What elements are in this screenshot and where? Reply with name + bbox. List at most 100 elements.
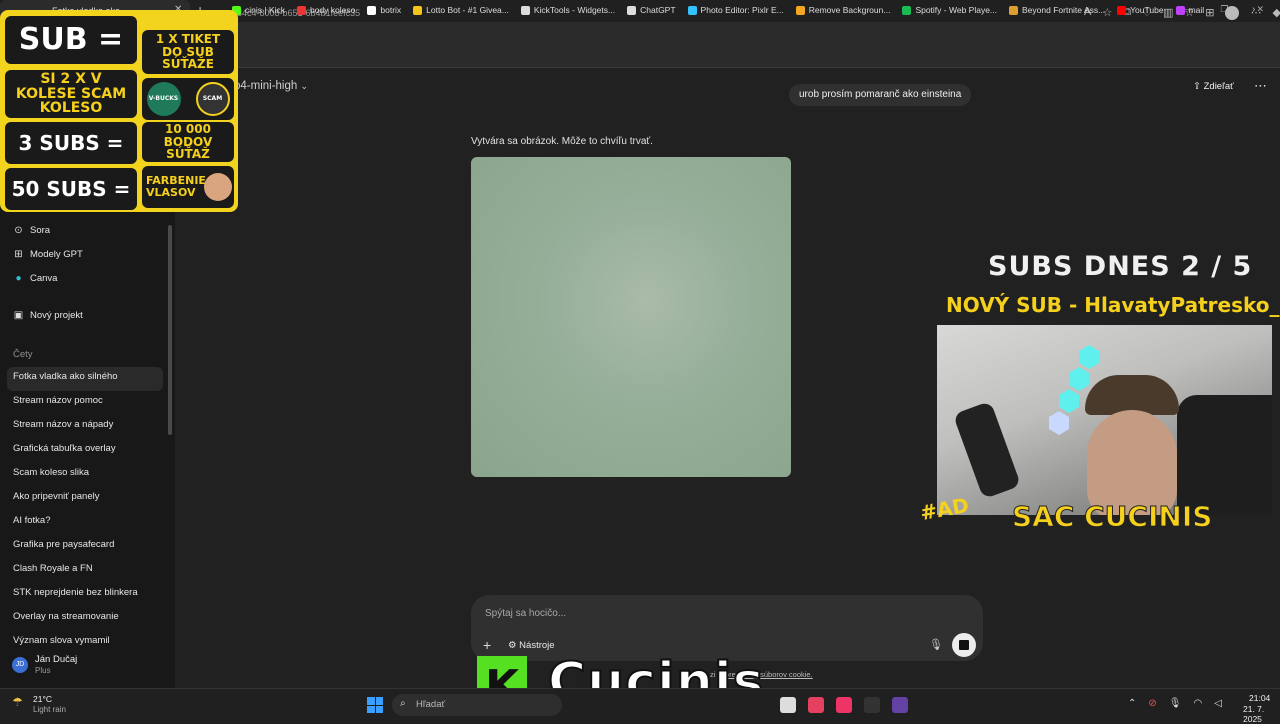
chat-item[interactable]: Scam koleso slika bbox=[13, 463, 163, 487]
bookmark-favicon-icon bbox=[413, 5, 423, 15]
model-selector[interactable]: o4-mini-high ⌄ bbox=[234, 80, 308, 92]
bookmark-item[interactable]: mail bbox=[1175, 5, 1204, 15]
wifi-icon[interactable]: ◠ bbox=[1193, 698, 1202, 709]
copilot-icon[interactable]: ◆ bbox=[1272, 6, 1280, 20]
canva-icon: ● bbox=[15, 273, 22, 284]
vbucks-wheel-icon: V-BUCKS bbox=[146, 82, 181, 116]
chat-item[interactable]: Stream názov pomoc bbox=[13, 391, 163, 415]
more-options-icon[interactable]: ⋯ bbox=[1254, 78, 1267, 94]
chevron-up-icon[interactable]: ⌃ bbox=[1128, 698, 1136, 709]
chevron-down-icon: ⌄ bbox=[300, 81, 309, 91]
weather-desc: Light rain bbox=[33, 705, 66, 714]
image-generation-status: Vytvára sa obrázok. Môže to chvíľu trvať… bbox=[471, 136, 653, 147]
bookmark-list: cinis | Kick body koleso botrix Lotto Bot -… bbox=[232, 5, 1204, 15]
bookmark-favicon-icon bbox=[1009, 5, 1019, 15]
taskbar-app-icon[interactable] bbox=[780, 697, 796, 713]
overlay-sub-label: SUB = bbox=[5, 16, 137, 64]
bookmark-item[interactable]: Spotify - Web Playe... bbox=[902, 5, 997, 15]
taskbar-app-icon[interactable] bbox=[864, 697, 880, 713]
chevron-right-icon[interactable]: › bbox=[1252, 4, 1255, 15]
overlay-50subs: 50 SUBS = bbox=[5, 168, 137, 210]
subs-today-counter: SUBS DNES 2 / 5 bbox=[988, 251, 1253, 282]
prompt-input[interactable]: Spýtaj sa hocičo... bbox=[485, 608, 566, 619]
grid-icon: ⊞ bbox=[14, 249, 23, 260]
overlay-wheel-label: SI 2 X V KOLESE SCAM KOLESO bbox=[5, 70, 137, 118]
collections-icon[interactable]: ⊞ bbox=[1205, 6, 1214, 20]
user-plan: Plus bbox=[35, 666, 51, 675]
chat-list: Fotka vladka ako silného Stream názov pom… bbox=[7, 367, 163, 655]
bookmark-favicon-icon bbox=[367, 5, 377, 15]
webcam-chair bbox=[1177, 395, 1272, 515]
weather-temp[interactable]: 21°C bbox=[33, 694, 52, 704]
clock-time[interactable]: 21:04 bbox=[1249, 693, 1270, 703]
plus-icon[interactable]: + bbox=[483, 637, 491, 653]
chat-item[interactable]: Význam slova vymamil bbox=[13, 631, 163, 655]
weather-rain-icon[interactable]: ☂ bbox=[12, 695, 23, 709]
folder-plus-icon: ▣ bbox=[13, 310, 24, 321]
taskbar-apps bbox=[780, 697, 908, 713]
new-sub-banner: NOVÝ SUB - HlavatyPatresko_Xd bbox=[946, 293, 1280, 317]
bookmark-favicon-icon bbox=[795, 5, 805, 15]
microphone-icon[interactable]: 🎙 bbox=[929, 638, 943, 651]
stop-icon bbox=[959, 640, 969, 650]
bookmark-item[interactable]: botrix bbox=[367, 5, 401, 15]
windows-start-icon[interactable] bbox=[367, 697, 383, 713]
bookmark-item[interactable]: Beyond Fortnite Ass... bbox=[1009, 5, 1105, 15]
share-icon: ⇪ bbox=[1193, 81, 1201, 92]
bookmark-favicon-icon bbox=[902, 5, 912, 15]
overlay-hair: FARBENIE VLASOV bbox=[142, 166, 234, 208]
taskbar-search[interactable]: Hľadať bbox=[392, 694, 562, 716]
bookmark-item[interactable]: ChatGPT bbox=[627, 5, 676, 15]
chat-item[interactable]: Grafická tabuľka overlay bbox=[13, 439, 163, 463]
webcam-person-hair bbox=[1085, 375, 1179, 415]
chat-item[interactable]: Ako pripevniť panely bbox=[13, 487, 163, 511]
ad-tag: #AD bbox=[918, 492, 971, 526]
system-tray: ⌃ ⊘ 🎙 ◠ ◁ bbox=[1128, 698, 1222, 709]
search-icon: ⌕ bbox=[400, 698, 406, 709]
play-circle-icon: ⊙ bbox=[14, 225, 23, 236]
bookmark-item[interactable]: body koleso bbox=[297, 5, 355, 15]
chat-item[interactable]: Overlay na streamovanie bbox=[13, 607, 163, 631]
sidebar-item-gpts[interactable]: ⊞ Modely GPT bbox=[13, 249, 83, 260]
generated-image-placeholder bbox=[471, 157, 791, 477]
sidebar-item-new-project[interactable]: ▣ Nový projekt bbox=[13, 310, 83, 321]
sliders-icon: ⚙ bbox=[508, 640, 517, 651]
profile-avatar[interactable] bbox=[1225, 6, 1240, 20]
bookmark-favicon-icon bbox=[520, 5, 530, 15]
sidebar-scrollbar[interactable] bbox=[168, 225, 172, 435]
taskbar-app-icon[interactable] bbox=[836, 697, 852, 713]
share-button[interactable]: ⇪ Zdieľať bbox=[1193, 81, 1234, 92]
bookmark-item[interactable]: Remove Backgroun... bbox=[795, 5, 890, 15]
bookmark-favicon-icon bbox=[297, 5, 306, 15]
webcam-microphone bbox=[952, 400, 1022, 500]
avatar: JD bbox=[12, 656, 28, 673]
bookmark-favicon-icon bbox=[627, 5, 637, 15]
chat-item[interactable]: Stream názov a nápady bbox=[13, 415, 163, 439]
sac-cucinis-banner: SAC CUCINIS bbox=[1011, 500, 1213, 534]
chat-item[interactable]: STK neprejdenie bez blinkera bbox=[13, 583, 163, 607]
network-alert-icon[interactable]: ⊘ bbox=[1148, 698, 1156, 709]
tools-button[interactable]: ⚙ Nástroje bbox=[508, 640, 555, 651]
bookmark-item[interactable]: Photo Editor: Pixlr E... bbox=[687, 5, 784, 15]
taskbar-app-icon[interactable] bbox=[808, 697, 824, 713]
scam-wheel-icon: SCAM bbox=[195, 82, 230, 116]
chat-item[interactable]: Clash Royale a FN bbox=[13, 559, 163, 583]
user-profile[interactable]: JD Ján Dučaj Plus bbox=[12, 654, 77, 675]
avatar-face-icon bbox=[204, 173, 232, 201]
taskbar-app-icon[interactable] bbox=[892, 697, 908, 713]
bookmark-item[interactable]: YouTube bbox=[1117, 5, 1164, 15]
sidebar-item-sora[interactable]: ⊙ Sora bbox=[13, 225, 50, 236]
chat-item[interactable]: AI fotka? bbox=[13, 511, 163, 535]
chat-item[interactable]: Fotka vladka ako silného bbox=[7, 367, 163, 391]
bookmark-item[interactable]: Lotto Bot - #1 Givea... bbox=[413, 5, 509, 15]
bookmark-item[interactable]: cinis | Kick bbox=[232, 5, 285, 15]
mic-tray-icon[interactable]: 🎙 bbox=[1169, 698, 1182, 709]
clock-date[interactable]: 21. 7. 2025 bbox=[1243, 704, 1280, 724]
chats-section-label: Čety bbox=[13, 349, 33, 360]
chat-item[interactable]: Grafika pre paysafecard bbox=[13, 535, 163, 559]
volume-icon[interactable]: ◁ bbox=[1214, 698, 1222, 709]
sidebar-item-canva[interactable]: ● Canva bbox=[13, 273, 57, 284]
bookmark-favicon-icon bbox=[687, 5, 697, 15]
bookmark-item[interactable]: KickTools - Widgets... bbox=[520, 5, 615, 15]
taskbar bbox=[0, 688, 1280, 720]
